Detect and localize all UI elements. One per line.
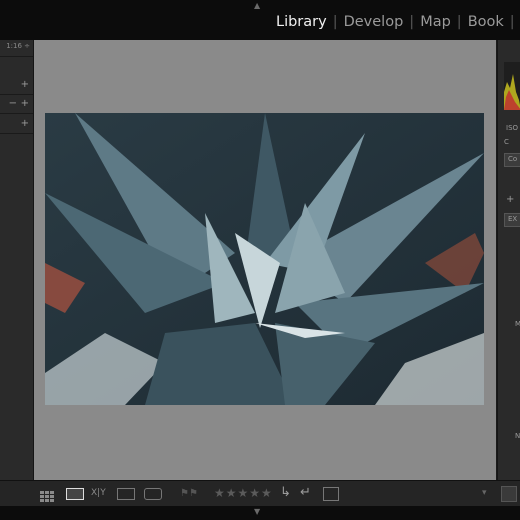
add-icon[interactable]: + <box>21 98 29 109</box>
filmstrip-toggle-button[interactable] <box>501 486 517 502</box>
grid-view-glyph <box>40 491 54 502</box>
module-separator: | <box>456 14 462 30</box>
zoom-ratio-select[interactable]: 1:16 ÷ <box>6 42 30 50</box>
module-develop[interactable]: Develop <box>344 14 404 30</box>
filmstrip-collapse-bar: ▼ <box>0 506 520 520</box>
module-separator: | <box>409 14 415 30</box>
iso-readout: ISO 2 <box>506 124 520 132</box>
crop-icon-label: C <box>504 138 509 146</box>
rotate-left-icon[interactable]: ↳ <box>280 485 291 500</box>
collapse-bottom-panel-icon[interactable]: ▼ <box>254 507 260 516</box>
module-separator: | <box>332 14 338 30</box>
histogram-graph <box>504 74 520 110</box>
people-view-icon[interactable] <box>144 488 162 500</box>
add-icon[interactable]: + <box>21 118 29 129</box>
collapse-top-panel-icon[interactable]: ▲ <box>254 1 260 10</box>
survey-view-icon[interactable] <box>117 488 135 500</box>
folders-header[interactable]: − + <box>0 97 33 114</box>
histogram <box>504 62 520 110</box>
export-label: EX <box>508 215 518 223</box>
remove-icon[interactable]: − <box>9 98 17 109</box>
flag-icon[interactable]: ⚑⚑ <box>180 488 198 499</box>
export-button[interactable]: EX <box>504 213 520 227</box>
right-panel: ISO 2 C Co + EX M N <box>497 40 520 502</box>
agave-plant-photo <box>45 113 484 405</box>
toolbar: X|Y ⚑⚑ ★★★★★ ↳ ↵ ▾ <box>0 480 520 507</box>
add-icon[interactable]: + <box>506 194 514 205</box>
saved-preset-label: Co <box>508 155 518 163</box>
module-book[interactable]: Book <box>468 14 504 30</box>
crop-overlay-icon[interactable] <box>323 487 339 501</box>
left-panel: 1:16 ÷ + − + + <box>0 40 34 502</box>
module-library[interactable]: Library <box>276 14 327 30</box>
collections-header[interactable]: + <box>0 117 33 134</box>
grid-view-icon[interactable] <box>40 488 58 502</box>
saved-preset-select[interactable]: Co <box>504 153 520 167</box>
module-separator: | <box>509 14 515 30</box>
module-picker-bar: ▲ Library|Develop|Map|Book|Sl <box>0 0 520 40</box>
keyword-label: N <box>515 432 520 440</box>
photo-image <box>45 113 484 405</box>
star-rating[interactable]: ★★★★★ <box>214 486 273 500</box>
toolbar-menu-chevron-down-icon[interactable]: ▾ <box>482 488 487 498</box>
metadata-label: M <box>515 320 520 328</box>
rotate-right-icon[interactable]: ↵ <box>300 485 311 500</box>
module-list: Library|Develop|Map|Book|Sl <box>276 14 520 30</box>
loupe-view-icon[interactable] <box>66 488 84 500</box>
catalog-header[interactable]: + <box>0 78 33 95</box>
compare-view-icon[interactable]: X|Y <box>91 488 106 498</box>
navigator-header: 1:16 ÷ <box>0 40 33 57</box>
loupe-view <box>34 40 496 480</box>
add-icon[interactable]: + <box>21 79 29 90</box>
module-map[interactable]: Map <box>420 14 451 30</box>
